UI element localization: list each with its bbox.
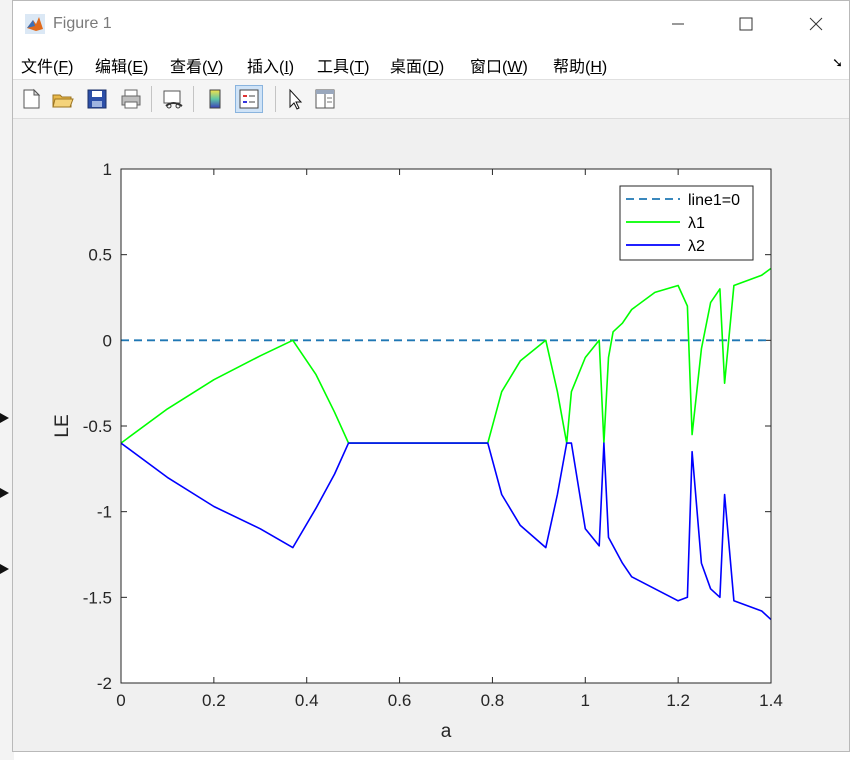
- menubar-expand-icon[interactable]: ➘: [832, 55, 843, 71]
- y-tick-label: 0: [103, 331, 112, 350]
- link-plot-icon: [163, 90, 183, 109]
- colorbar-icon: [209, 89, 221, 109]
- menu-item[interactable]: 文件(F): [21, 53, 73, 77]
- arrow-right-icon: [0, 564, 9, 574]
- x-tick-label: 0: [116, 691, 125, 710]
- minimize-icon: [672, 23, 684, 25]
- open-file-button[interactable]: [49, 85, 77, 113]
- new-figure-icon: [23, 88, 41, 109]
- y-tick-label: 0.5: [88, 246, 112, 265]
- legend-button[interactable]: [235, 85, 263, 113]
- link-plot-button[interactable]: [159, 85, 187, 113]
- window-title: Figure 1: [53, 15, 112, 32]
- minimize-button[interactable]: [649, 1, 707, 47]
- legend-entry-label: λ1: [688, 215, 705, 232]
- x-tick-label: 1.4: [759, 691, 783, 710]
- print-icon: [121, 89, 141, 109]
- x-axis-label: a: [441, 721, 452, 742]
- toolbar-separator: [151, 86, 152, 112]
- close-button[interactable]: [787, 1, 845, 47]
- save-icon: [87, 89, 107, 109]
- y-tick-label: 1: [103, 160, 112, 179]
- menu-item[interactable]: 桌面(D): [390, 53, 444, 77]
- pointer-button[interactable]: [281, 85, 309, 113]
- figure-toolbar: [13, 80, 849, 119]
- menu-item[interactable]: 编辑(E): [95, 53, 148, 77]
- menu-bar: ➘ 文件(F) 编辑(E) 查看(V) 插入(I) 工具(T) 桌面(D) 窗口(W) 帮助(…: [13, 47, 849, 80]
- colorbar-button[interactable]: [201, 85, 229, 113]
- y-tick-label: -2: [97, 674, 112, 693]
- legend-icon: [239, 89, 259, 109]
- x-tick-label: 0.8: [481, 691, 505, 710]
- lyapunov-exponent-chart[interactable]: 0 0.2 0.4 0.6 0.8 1 1.2 1.4 1 0.5 0 -0.5 -1 -1.5 -2 a LE…: [13, 119, 849, 751]
- arrow-right-icon: [0, 413, 9, 423]
- x-tick-label: 1: [581, 691, 590, 710]
- x-tick-label: 1.2: [666, 691, 690, 710]
- matlab-icon: [25, 14, 45, 34]
- toolbar-separator: [193, 86, 194, 112]
- figure-canvas: 0 0.2 0.4 0.6 0.8 1 1.2 1.4 1 0.5 0 -0.5 -1 -1.5 -2 a LE…: [13, 119, 849, 751]
- close-icon: [809, 17, 823, 31]
- title-bar[interactable]: Figure 1: [13, 1, 849, 47]
- print-button[interactable]: [117, 85, 145, 113]
- y-axis-label: LE: [52, 414, 73, 437]
- y-tick-label: -1.5: [83, 588, 112, 607]
- x-tick-label: 0.6: [388, 691, 412, 710]
- menu-item[interactable]: 窗口(W): [470, 53, 528, 77]
- menu-item[interactable]: 工具(T): [317, 53, 369, 77]
- x-tick-label: 0.4: [295, 691, 319, 710]
- maximize-icon: [739, 17, 753, 31]
- property-inspector-icon: [315, 89, 335, 109]
- property-inspector-button[interactable]: [311, 85, 339, 113]
- open-file-icon: [52, 94, 74, 108]
- menu-item[interactable]: 帮助(H): [553, 53, 607, 77]
- y-tick-label: -0.5: [83, 417, 112, 436]
- new-figure-button[interactable]: [17, 85, 45, 113]
- figure-window: Figure 1 ➘ 文件(F) 编辑(E) 查看(V) 插入(I) 工具(T) 桌面(D…: [12, 0, 850, 752]
- legend-entry-label: λ2: [688, 238, 705, 255]
- save-button[interactable]: [83, 85, 111, 113]
- menu-item[interactable]: 查看(V): [170, 53, 223, 77]
- legend-entry-label: line1=0: [688, 192, 740, 209]
- arrow-right-icon: [0, 488, 9, 498]
- toolbar-separator: [275, 86, 276, 112]
- y-tick-label: -1: [97, 503, 112, 522]
- maximize-button[interactable]: [717, 1, 775, 47]
- x-tick-label: 0.2: [202, 691, 226, 710]
- pointer-icon: [289, 88, 303, 110]
- menu-item[interactable]: 插入(I): [247, 53, 294, 77]
